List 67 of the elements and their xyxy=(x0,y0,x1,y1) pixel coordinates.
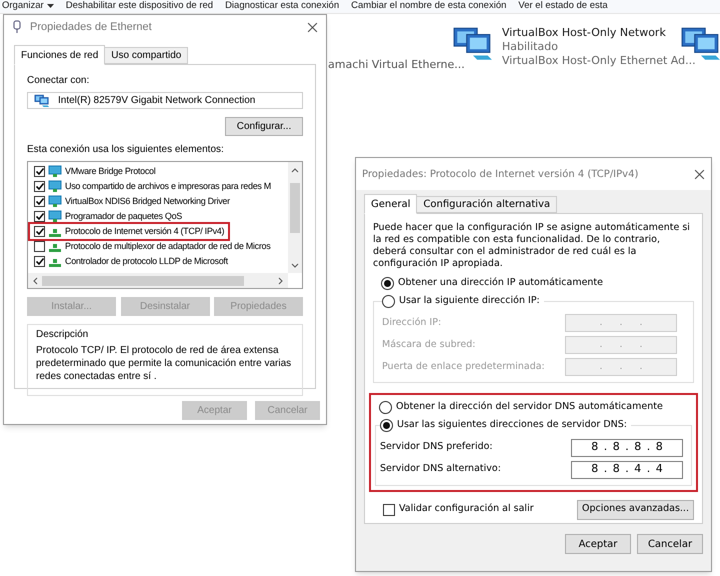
vertical-scrollbar[interactable] xyxy=(288,162,302,273)
monitor-icon xyxy=(48,180,62,193)
horizontal-scrollbar[interactable] xyxy=(28,273,288,288)
connect-with-label: Conectar con: xyxy=(27,74,90,88)
field-label: Servidor DNS alternativo: xyxy=(380,462,501,476)
intro-text: Puede hacer que la configuración IP se asigne automáticamente si la red es compatible con esta funcionalidad. De lo contrario, deberá consultar con el administrador de red cuál es la configuración IP apropiada. xyxy=(373,222,691,270)
toolbar-command[interactable]: Ver el estado de esta xyxy=(518,0,608,14)
connection-device: VirtualBox Host-Only Ethernet Ad... xyxy=(502,54,696,68)
field-label: Servidor DNS preferido: xyxy=(380,440,493,454)
window-title: Propiedades: Protocolo de Internet versión 4 (TCP/IPv4) xyxy=(362,168,640,182)
monitor-icon xyxy=(48,210,62,223)
checkmark-icon xyxy=(36,258,44,265)
radio-label: Obtener la dirección del servidor DNS automáticamente xyxy=(396,400,663,414)
dropdown-caret-icon xyxy=(46,4,54,9)
checkbox[interactable] xyxy=(34,241,45,252)
tab[interactable]: General xyxy=(364,194,418,214)
field-label: Puerta de enlace predeterminada: xyxy=(382,360,545,374)
ip-address-field[interactable]: 8 . 8 . 4 . 4 xyxy=(571,460,683,478)
checkbox-label: Validar configuración al salir xyxy=(399,502,534,516)
ip-address-field[interactable]: 8 . 8 . 8 . 8 xyxy=(571,438,683,456)
connection-status: Habilitado xyxy=(502,40,559,54)
connection-name: amachi Virtual Etherne... xyxy=(328,57,465,73)
radio-button[interactable] xyxy=(380,418,393,432)
checkbox[interactable] xyxy=(34,196,45,207)
dialog-button[interactable]: Opciones avanzadas... xyxy=(577,500,694,520)
radio-button[interactable] xyxy=(379,400,392,414)
connection-name: VirtualBox Host-Only Network xyxy=(502,26,667,40)
list-item[interactable]: Uso compartido de archivos e impresoras para redes M xyxy=(34,179,271,194)
radio-label: Obtener una dirección IP automáticamente xyxy=(398,276,604,290)
radio-label: Usar las siguientes direcciones de servidor DNS: xyxy=(397,418,627,432)
items-label: Esta conexión usa los siguientes elementos: xyxy=(27,143,225,157)
tab[interactable]: Configuración alternativa xyxy=(417,196,558,213)
checkbox[interactable] xyxy=(34,166,45,177)
close-icon[interactable] xyxy=(694,168,705,180)
group-title: Descripción xyxy=(36,328,90,342)
list-item[interactable]: Protocolo de Internet versión 4 (TCP/ IPv4) xyxy=(30,224,228,239)
description-text: Protocolo TCP/ IP. El protocolo de red de área extensa predeterminado que permite la comunicación entre varias redes conectadas entre sí . xyxy=(36,344,292,383)
network-computers-icon xyxy=(34,94,50,108)
tab[interactable]: Uso compartido xyxy=(105,47,188,64)
adapter-field: Intel(R) 82579V Gigabit Network Connection xyxy=(27,92,303,109)
radio-button[interactable] xyxy=(381,276,394,290)
checkbox[interactable] xyxy=(34,181,45,192)
monitor-icon xyxy=(48,195,62,208)
list-item[interactable]: Programador de paquetes QoS xyxy=(34,209,182,224)
checkbox[interactable] xyxy=(383,504,395,516)
tab[interactable]: Funciones de red xyxy=(14,45,106,65)
dialog-button[interactable]: Cancelar xyxy=(637,534,703,554)
checkbox[interactable] xyxy=(34,226,45,237)
close-icon[interactable] xyxy=(307,22,318,32)
toolbar-command[interactable]: Diagnosticar esta conexión xyxy=(225,0,340,14)
dialog-button[interactable]: Aceptar xyxy=(565,534,631,554)
field-label: Máscara de subred: xyxy=(382,338,476,352)
field-label: Dirección IP: xyxy=(382,316,442,330)
list-item[interactable]: Controlador de protocolo LLDP de Microsoft xyxy=(34,254,228,269)
toolbar-command[interactable]: Deshabilitar este dispositivo de red xyxy=(66,0,214,14)
checkbox[interactable] xyxy=(34,211,45,222)
monitor-icon xyxy=(48,165,62,178)
dialog-button[interactable]: Configurar... xyxy=(225,117,303,136)
window-title: Propiedades de Ethernet xyxy=(30,20,153,35)
list-item[interactable]: VirtualBox NDIS6 Bridged Networking Driver xyxy=(34,194,230,209)
list-item[interactable]: VMware Bridge Protocol xyxy=(34,164,156,179)
radio-label: Usar la siguiente dirección IP: xyxy=(399,294,540,308)
list-item[interactable]: Protocolo de multiplexor de adaptador de red de Micros xyxy=(34,239,270,254)
toolbar-command[interactable]: Organizar xyxy=(2,0,54,14)
checkbox[interactable] xyxy=(34,256,45,267)
toolbar-command[interactable]: Cambiar el nombre de esta conexión xyxy=(351,0,506,14)
radio-button[interactable] xyxy=(382,294,395,308)
